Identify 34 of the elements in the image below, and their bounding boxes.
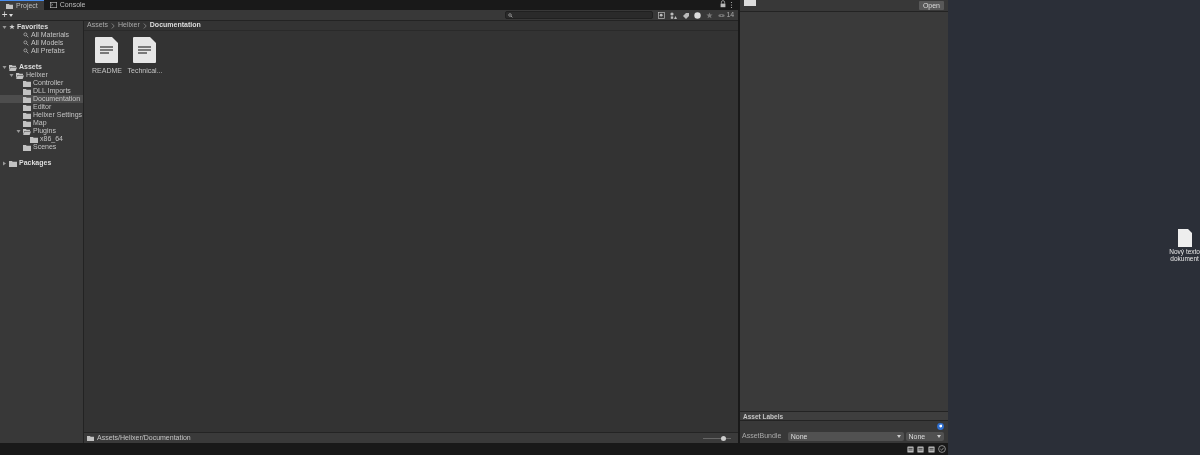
preview-thumbnail xyxy=(744,0,756,6)
caret-icon xyxy=(896,434,901,438)
search-icon xyxy=(23,48,29,54)
search-icon xyxy=(23,32,29,38)
help-circle-icon[interactable] xyxy=(694,11,702,19)
star-icon[interactable] xyxy=(706,11,714,19)
eye-icon[interactable] xyxy=(718,11,726,19)
label-tag-icon[interactable] xyxy=(937,423,944,430)
disclosure-triangle-icon[interactable] xyxy=(2,24,7,30)
lock-icon[interactable] xyxy=(720,0,726,8)
search-by-type-icon[interactable] xyxy=(658,11,666,19)
caret-icon xyxy=(936,434,941,438)
add-button[interactable]: + xyxy=(1,10,14,20)
console-icon xyxy=(49,2,57,8)
disclosure-triangle-icon[interactable] xyxy=(2,64,7,70)
search-icon xyxy=(23,40,29,46)
shapes-icon[interactable] xyxy=(670,11,678,19)
document-icon[interactable] xyxy=(1177,228,1192,247)
star-icon xyxy=(9,24,15,30)
caret-icon xyxy=(9,13,14,17)
search-field[interactable] xyxy=(505,11,654,19)
document-icon[interactable] xyxy=(95,37,119,63)
kebab-menu-icon[interactable] xyxy=(729,1,734,9)
search-icon xyxy=(508,12,514,18)
open-folder-icon xyxy=(23,127,31,135)
chevron-icon xyxy=(111,22,115,29)
folder-icon xyxy=(87,435,94,441)
chevron-icon xyxy=(142,22,147,29)
check-circle-icon[interactable] xyxy=(938,445,947,453)
document-icon[interactable] xyxy=(133,37,157,63)
disclosure-triangle-icon[interactable] xyxy=(2,160,7,166)
disclosure-triangle-icon[interactable] xyxy=(9,72,14,78)
disclosure-triangle-icon[interactable] xyxy=(16,128,21,134)
slider-thumb[interactable] xyxy=(720,435,726,441)
